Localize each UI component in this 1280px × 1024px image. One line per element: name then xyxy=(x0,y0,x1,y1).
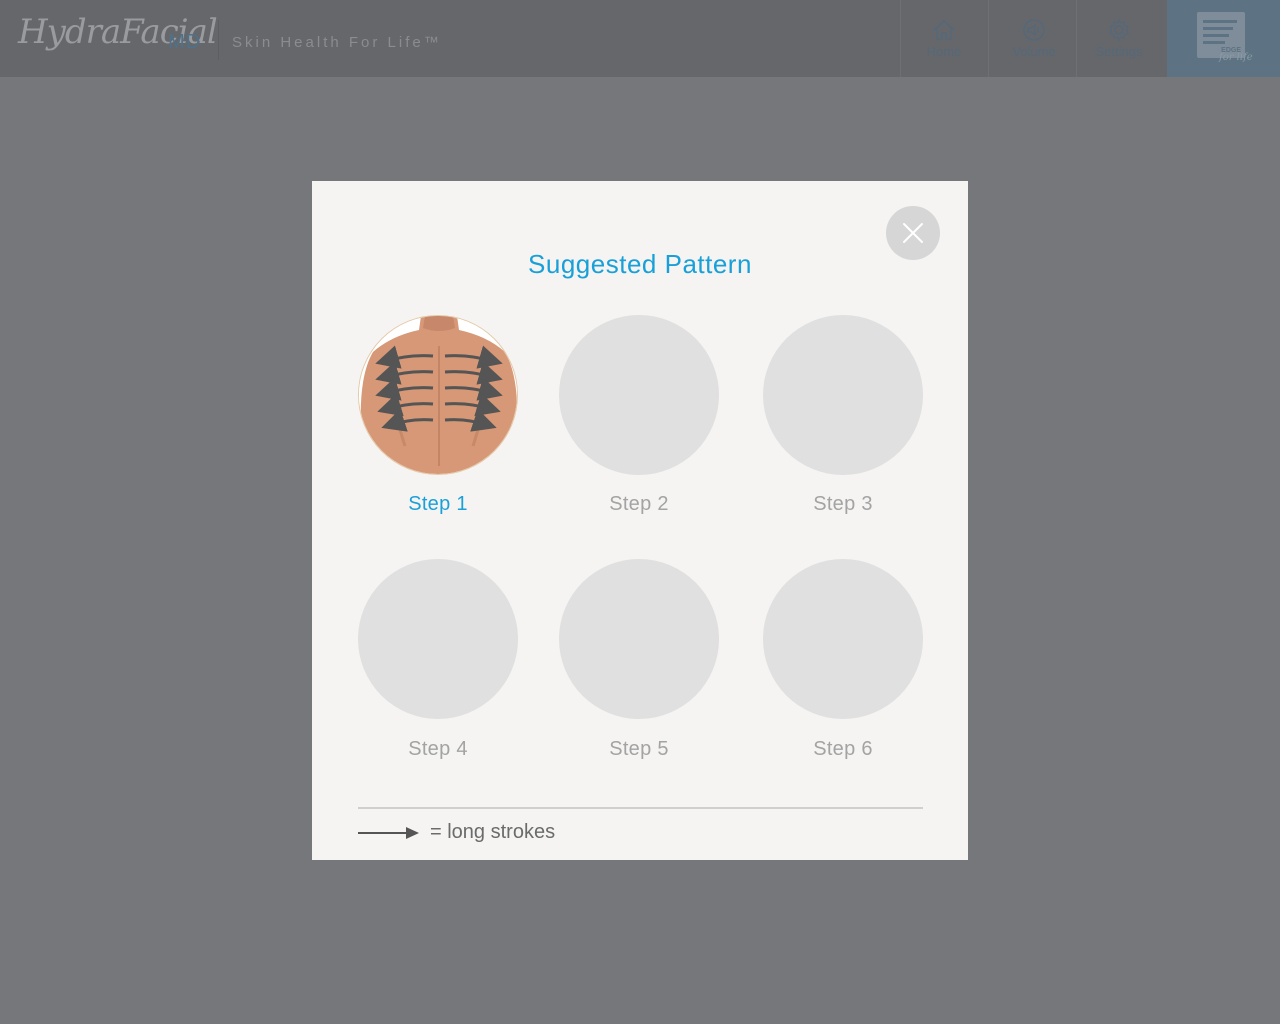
step-2-placeholder xyxy=(559,315,719,475)
step-4-label: Step 4 xyxy=(408,738,468,760)
step-4[interactable]: Step 4 xyxy=(358,559,518,760)
settings-button[interactable]: Settings xyxy=(1075,0,1163,77)
home-button[interactable]: Home xyxy=(900,0,988,77)
edge-logo-script: for life xyxy=(1219,52,1253,63)
volume-button[interactable]: Volume xyxy=(990,0,1078,77)
top-bar: HydraFacial MD Skin Health For Life™ Hom… xyxy=(0,0,1280,77)
long-stroke-arrow-icon xyxy=(358,826,419,839)
step-3-placeholder xyxy=(763,315,923,475)
suggested-pattern-modal: Suggested Pattern Step 1 Step 2 Step 3 S… xyxy=(312,181,968,860)
home-label: Home xyxy=(926,44,962,59)
legend-divider xyxy=(358,807,923,809)
step-1-image xyxy=(358,315,518,475)
legend-text: = long strokes xyxy=(430,821,556,843)
legend: = long strokes xyxy=(358,821,555,844)
divider xyxy=(218,20,219,60)
volume-icon xyxy=(1023,19,1045,41)
settings-label: Settings xyxy=(1095,44,1143,59)
step-6[interactable]: Step 6 xyxy=(763,559,923,760)
step-3-label: Step 3 xyxy=(813,493,873,515)
home-icon xyxy=(933,19,955,40)
step-5-label: Step 5 xyxy=(609,738,669,760)
logo-md-suffix: MD xyxy=(168,31,202,53)
step-2-label: Step 2 xyxy=(609,493,669,515)
modal-title: Suggested Pattern xyxy=(528,249,752,279)
step-5-placeholder xyxy=(559,559,719,719)
edge-logo: EDGE for life xyxy=(1167,0,1280,77)
step-6-label: Step 6 xyxy=(813,738,873,760)
divider xyxy=(988,0,989,77)
step-5[interactable]: Step 5 xyxy=(559,559,719,760)
gear-icon xyxy=(1109,18,1129,42)
step-1[interactable]: Step 1 xyxy=(358,315,518,515)
volume-label: Volume xyxy=(1012,44,1056,59)
step-1-label: Step 1 xyxy=(408,493,468,515)
step-3[interactable]: Step 3 xyxy=(763,315,923,515)
step-2[interactable]: Step 2 xyxy=(559,315,719,515)
step-4-placeholder xyxy=(358,559,518,719)
close-icon xyxy=(903,223,923,243)
tagline: Skin Health For Life™ xyxy=(232,34,442,51)
back-stroke-pattern-image xyxy=(359,316,517,474)
step-6-placeholder xyxy=(763,559,923,719)
